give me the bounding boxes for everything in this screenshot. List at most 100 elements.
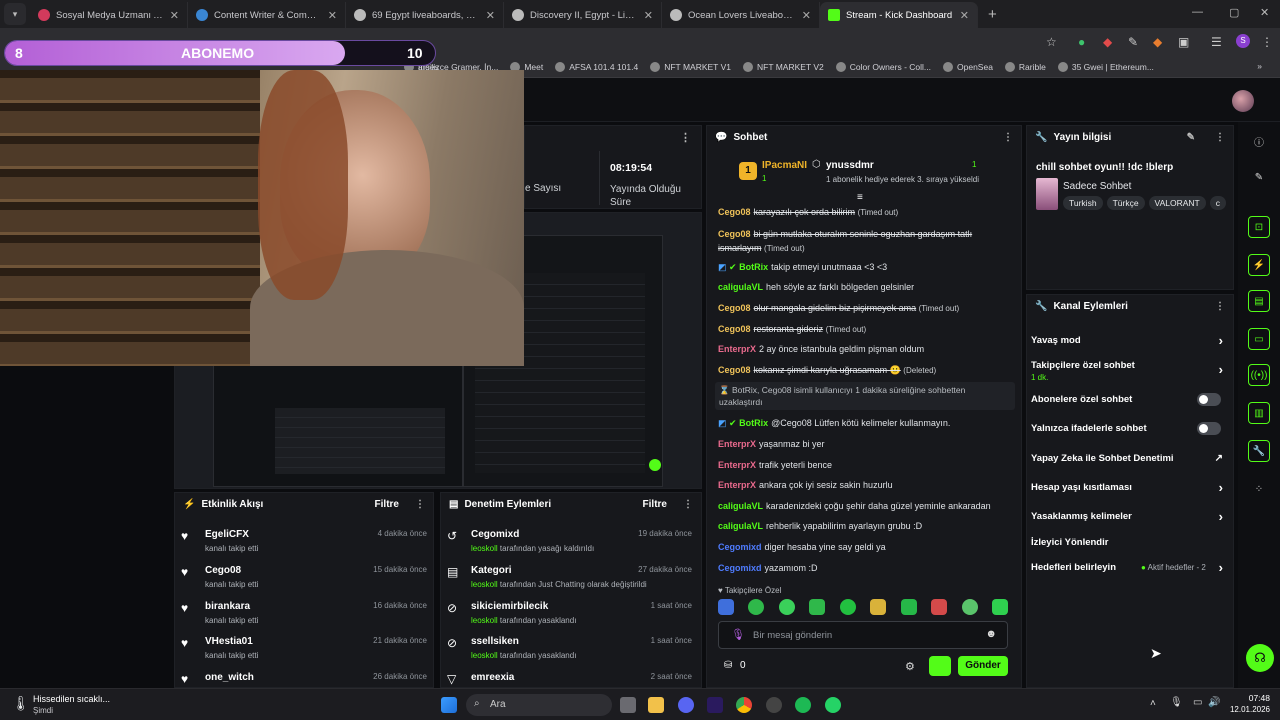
taskbar-search[interactable]: ⌕ Ara [466,694,612,716]
emote-icon[interactable] [839,599,856,615]
weather-label[interactable]: Hissedilen sıcaklı... [33,694,110,704]
bookmark-star-icon[interactable]: ☆ [1046,35,1057,49]
filter-button[interactable]: Filtre [643,499,667,510]
reading-list-icon[interactable]: ☰ [1211,35,1222,49]
tag-chip[interactable]: VALORANT [1148,196,1206,210]
extensions-puzzle-icon[interactable]: ▣ [1178,35,1189,49]
spotify-icon[interactable] [795,697,811,713]
extension-icon[interactable]: ✎ [1128,35,1138,49]
maximize-icon[interactable]: ▢ [1229,6,1239,19]
emote-icon[interactable] [778,599,795,615]
top-viewer-name[interactable]: ynussdmr [826,160,874,171]
whatsapp-icon[interactable] [825,697,841,713]
chat-username[interactable]: Cego08 [718,303,751,313]
top-gifter-name[interactable]: IPacmaNI [762,160,807,171]
lightning-icon[interactable]: ⚡ [1248,254,1270,276]
emoji-icon[interactable]: ☻ [985,628,997,640]
emote-icon[interactable] [900,599,917,615]
bookmark[interactable]: NFT MARKET V1 [650,61,731,72]
info-icon[interactable]: ⓘ [1248,130,1270,152]
file-explorer-icon[interactable] [648,697,664,713]
bookmark[interactable]: Rarible [1004,61,1046,72]
account-age-row[interactable]: Hesap yaşı kısıtlaması › [1031,480,1227,495]
chat-username[interactable]: Cego08 [718,365,751,375]
network-icon[interactable]: ▭ [1193,697,1202,708]
emote-icon[interactable] [870,599,887,615]
chat-username[interactable]: caligulaVL [718,501,763,511]
apps-icon[interactable]: ⁘ [1248,478,1270,500]
chat-bubble-icon[interactable]: ▭ [1248,328,1270,350]
panel-menu-icon[interactable]: ⋮ [1215,301,1225,312]
bookmark[interactable]: AFSA 101.4 101.4 [555,61,638,72]
chat-username[interactable]: EnterprX [718,344,756,354]
goals-row[interactable]: Hedefleri belirleyin ● Aktif hedefler - 2… [1031,560,1227,575]
banned-words-row[interactable]: Yasaklanmış kelimeler › [1031,509,1227,524]
close-icon[interactable]: ✕ [486,9,495,22]
panel-menu-icon[interactable]: ⋮ [415,499,425,510]
profile-avatar[interactable]: S [1236,34,1250,48]
raid-row[interactable]: İzleyici Yönlendir [1031,537,1227,548]
moderator-name[interactable]: leoskoll [471,651,498,660]
extension-icon[interactable]: ◆ [1153,35,1162,49]
browser-tab-active[interactable]: Stream - Kick Dashboard ✕ [820,2,978,28]
task-view-icon[interactable] [620,697,636,713]
chat-input[interactable]: 🎙 Bir mesaj gönderin ☻ [718,621,1008,649]
emote-only-toggle[interactable] [1197,422,1221,435]
user-avatar[interactable] [1232,90,1254,112]
close-icon[interactable]: ✕ [644,9,653,22]
chat-username[interactable]: BotRix [739,418,768,428]
mic-icon[interactable]: 🎙 [731,628,745,641]
chat-username[interactable]: EnterprX [718,460,756,470]
moderator-name[interactable]: leoskoll [471,580,498,589]
subs-only-toggle[interactable] [1197,393,1221,406]
panel-menu-icon[interactable]: ⋮ [680,131,691,144]
moderator-name[interactable]: leoskoll [471,616,498,625]
chat-username[interactable]: Cego08 [718,324,751,334]
wrench-icon[interactable]: 🔧 [1248,440,1270,462]
chat-username[interactable]: EnterprX [718,439,756,449]
chat-username[interactable]: caligulaVL [718,521,763,531]
followers-only-row[interactable]: Takipçilere özel sohbet 1 dk. › [1031,360,1227,382]
browser-menu-icon[interactable]: ⋮ [1261,35,1273,49]
minimize-icon[interactable]: — [1192,6,1203,18]
emote-icon[interactable] [809,599,826,615]
close-window-icon[interactable]: ✕ [1260,6,1269,19]
bookmark[interactable]: 35 Gwei | Ethereum... [1057,61,1154,72]
filter-button[interactable]: Filtre [375,499,399,510]
app-icon[interactable] [766,697,782,713]
edit-pencil-icon[interactable]: ✎ [1187,132,1195,143]
close-icon[interactable]: ✕ [328,9,337,22]
clipboard-icon[interactable]: ▤ [1248,290,1270,312]
emote-icon[interactable] [718,599,734,615]
chat-username[interactable]: BotRix [739,262,768,272]
stream-category[interactable]: Sadece Sohbet [1063,181,1131,192]
chat-username[interactable]: Cegomixd [718,563,762,573]
discord-icon[interactable] [678,697,694,713]
layout-icon[interactable]: ▥ [1248,402,1270,424]
send-button[interactable]: Gönder [958,656,1008,676]
kick-bot-icon[interactable] [929,656,951,676]
new-tab-button[interactable]: + [988,6,997,23]
settings-gear-icon[interactable]: ⚙ [905,660,915,673]
ai-moderation-row[interactable]: Yapay Zeka ile Sohbet Denetimi ↗ [1031,453,1227,464]
browser-tab[interactable]: Content Writer & Community M ✕ [188,2,346,28]
premiere-icon[interactable] [707,697,723,713]
chrome-icon[interactable] [736,697,752,713]
moderator-name[interactable]: leoskoll [471,544,498,553]
tag-chip[interactable]: Türkçe [1106,196,1145,210]
chat-username[interactable]: caligulaVL [718,282,763,292]
points-icon[interactable]: ⛁ [724,660,732,671]
clock-time[interactable]: 07:48 [1230,693,1270,703]
more-bookmarks-icon[interactable]: » [1257,61,1262,71]
extension-icon[interactable]: ● [1078,35,1085,49]
windows-start-icon[interactable] [441,697,457,713]
weather-icon[interactable]: 🌡 [12,695,30,712]
emote-icon[interactable] [991,599,1008,615]
close-icon[interactable]: ✕ [170,9,179,22]
emote-icon[interactable] [748,599,765,615]
bookmark[interactable]: NFT MARKET V2 [742,61,824,72]
emote-icon[interactable] [961,599,978,615]
chat-username[interactable]: Cegomixd [718,542,762,552]
tab-search-button[interactable]: ▾ [4,3,26,25]
emote-icon[interactable] [931,599,948,615]
